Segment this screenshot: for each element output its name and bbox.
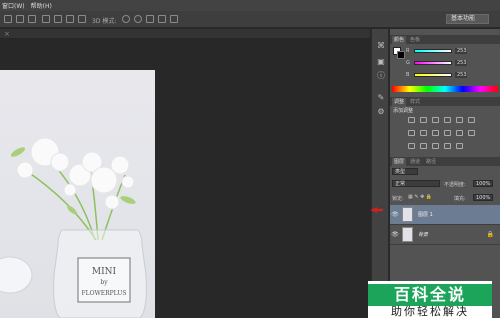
tab-styles[interactable]: 样式 <box>408 98 422 106</box>
color-balance-icon[interactable] <box>420 130 427 136</box>
exposure-icon[interactable] <box>444 117 451 123</box>
adjustments-title: 添加调整 <box>393 108 414 114</box>
tab-color[interactable]: 颜色 <box>392 36 407 44</box>
distribute-icon[interactable] <box>78 15 86 23</box>
hue-saturation-icon[interactable] <box>408 130 415 136</box>
slide-3d-icon[interactable] <box>158 15 166 23</box>
tab-channels[interactable]: 通道 <box>408 158 422 166</box>
channel-bar <box>414 73 452 77</box>
color-panel-tabs: 颜色 色板 <box>390 35 500 44</box>
layer-thumbnail <box>402 207 413 222</box>
opacity-label: 不透明度: <box>444 182 466 188</box>
roll-3d-icon[interactable] <box>134 15 142 23</box>
align-icon[interactable] <box>16 15 24 23</box>
scale-3d-icon[interactable] <box>170 15 178 23</box>
vibrance-icon[interactable] <box>456 117 463 123</box>
distribute-icon[interactable] <box>42 15 50 23</box>
curves-icon[interactable] <box>432 117 439 123</box>
selective-color-icon[interactable] <box>456 143 463 149</box>
watermark-title: 百科全说 <box>368 284 492 306</box>
levels-icon[interactable] <box>420 117 427 123</box>
label-mini: MINI <box>92 267 117 277</box>
adjustments-panel-tabs: 调整 样式 <box>390 97 500 106</box>
layer-name[interactable]: 图层 1 <box>418 211 433 218</box>
close-icon[interactable]: × <box>4 30 10 38</box>
rotate-3d-icon[interactable] <box>122 15 130 23</box>
channel-mixer-icon[interactable] <box>456 130 463 136</box>
watermark: 百科全说 助你轻松解决 <box>368 281 492 318</box>
label-brand: FLOWERPLUS <box>82 290 127 297</box>
channel-bar <box>414 61 452 65</box>
brightness-icon[interactable] <box>408 117 415 123</box>
tab-paths[interactable]: 路径 <box>424 158 438 166</box>
lock-icon: 🔒 <box>486 231 494 238</box>
fill-input[interactable]: 100% <box>473 194 493 201</box>
layer-row[interactable]: 👁 背景 🔒 <box>390 225 500 245</box>
clone-source-icon[interactable]: ⚙ <box>376 107 386 117</box>
color-spectrum[interactable] <box>392 86 498 92</box>
tab-layers[interactable]: 图层 <box>392 158 407 166</box>
menu-window[interactable]: 窗口(W) <box>2 1 25 10</box>
label-by: by <box>100 279 108 286</box>
tab-adjustments[interactable]: 调整 <box>392 98 407 106</box>
align-icon[interactable] <box>4 15 12 23</box>
filter-kind-select[interactable]: 类型 <box>392 168 418 175</box>
align-icon[interactable] <box>28 15 36 23</box>
info-icon[interactable]: ⓘ <box>376 71 386 81</box>
color-lookup-icon[interactable] <box>468 130 475 136</box>
blend-mode-select[interactable]: 正常 <box>392 180 440 187</box>
tab-swatches[interactable]: 色板 <box>408 36 422 44</box>
slider-b[interactable]: B 253 <box>406 72 486 78</box>
document-tab-strip: × <box>0 29 370 39</box>
right-panels: 颜色 色板 R 253 G 253 B 253 调整 样式 添加调整 图层 通道 <box>390 29 500 318</box>
lock-icons[interactable]: ▦ ✎ ✥ 🔒 <box>408 194 432 200</box>
mode-3d-label: 3D 模式: <box>92 18 117 25</box>
slider-g[interactable]: G 253 <box>406 60 486 66</box>
layer-row[interactable]: 👁 图层 1 <box>390 205 500 225</box>
channel-bar <box>414 49 452 53</box>
posterize-icon[interactable] <box>420 143 427 149</box>
actions-icon[interactable]: ▣ <box>376 57 386 67</box>
photo-filter-icon[interactable] <box>444 130 451 136</box>
canvas-image: MINI by FLOWERPLUS <box>0 70 155 318</box>
opacity-input[interactable]: 100% <box>473 180 493 187</box>
fill-label: 填充: <box>454 196 466 202</box>
red-arrow-icon <box>370 207 383 213</box>
watermark-subtitle: 助你轻松解决 <box>391 305 469 318</box>
invert-icon[interactable] <box>408 143 415 149</box>
lock-label: 锁定: <box>392 196 404 202</box>
options-bar: 3D 模式: <box>0 11 500 28</box>
workspace-select[interactable]: 基本功能 <box>446 14 489 24</box>
layers-panel-tabs: 图层 通道 路径 <box>390 157 500 166</box>
brush-presets-icon[interactable]: ✎ <box>376 93 386 103</box>
layer-thumbnail <box>402 227 413 242</box>
menu-bar: 窗口(W) 帮助(H) <box>0 0 500 11</box>
background-swatch[interactable] <box>397 51 405 59</box>
black-white-icon[interactable] <box>432 130 439 136</box>
history-icon[interactable]: ⌘ <box>376 41 386 51</box>
flower-vase-illustration: MINI by FLOWERPLUS <box>0 137 147 318</box>
gradient-map-icon[interactable] <box>444 143 451 149</box>
panel-dock: ⌘ ▣ ⓘ ✎ ⚙ <box>371 29 389 318</box>
layer-name[interactable]: 背景 <box>418 231 428 238</box>
slider-r[interactable]: R 253 <box>406 48 486 54</box>
distribute-icon[interactable] <box>66 15 74 23</box>
eye-icon[interactable]: 👁 <box>390 211 400 218</box>
pan-3d-icon[interactable] <box>146 15 154 23</box>
eye-icon[interactable]: 👁 <box>390 231 400 238</box>
distribute-icon[interactable] <box>54 15 62 23</box>
menu-help[interactable]: 帮助(H) <box>31 1 52 10</box>
threshold-icon[interactable] <box>432 143 439 149</box>
gradient-icon[interactable] <box>468 117 475 123</box>
